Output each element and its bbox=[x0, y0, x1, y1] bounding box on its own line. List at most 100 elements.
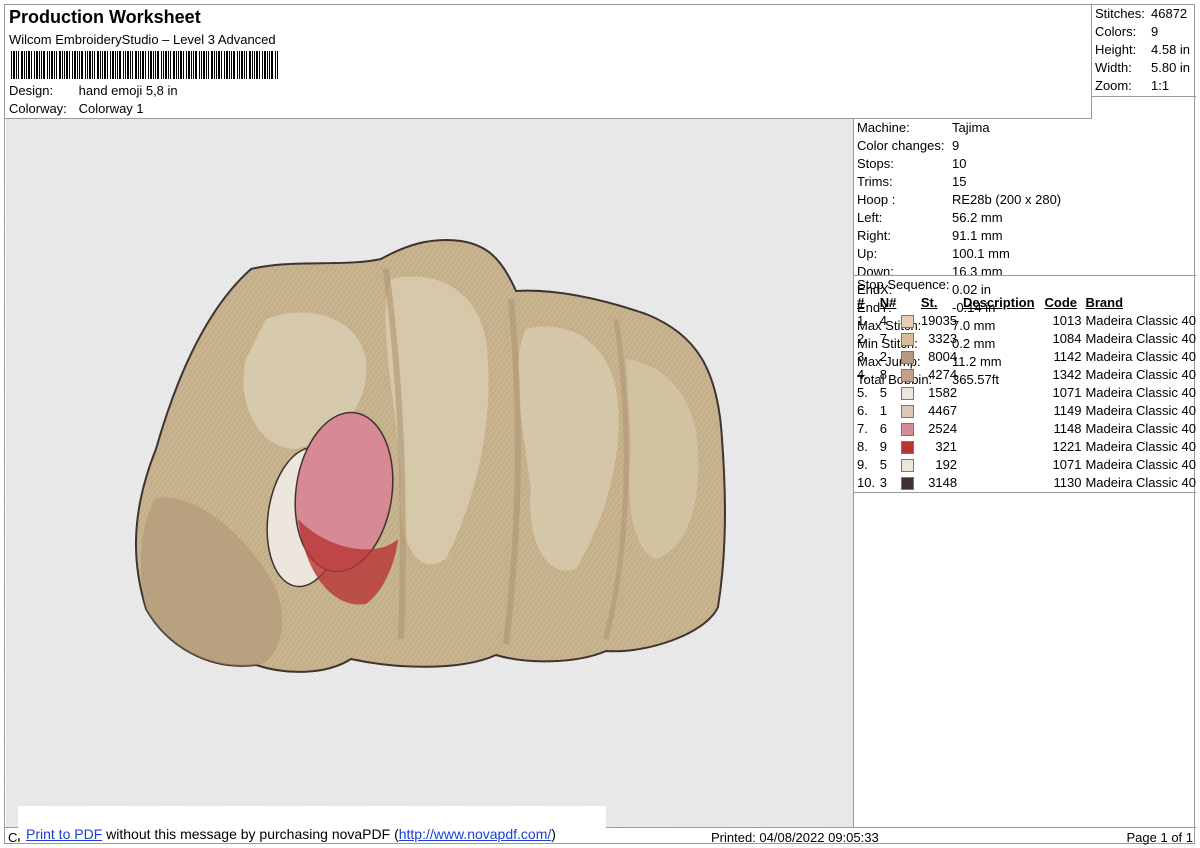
barcode-bar bbox=[145, 51, 146, 79]
colorway-value: Colorway 1 bbox=[78, 101, 144, 116]
table-row: 10. 3 3148 1130 Madeira Classic 40 bbox=[857, 474, 1196, 492]
barcode-bar bbox=[135, 51, 137, 79]
row-swatch bbox=[900, 348, 921, 366]
barcode-bar bbox=[13, 51, 15, 79]
color-swatch bbox=[900, 351, 914, 365]
row-swatch bbox=[900, 402, 921, 420]
barcode-bar bbox=[241, 51, 243, 79]
barcode-bar bbox=[275, 51, 276, 79]
design-value: hand emoji 5,8 in bbox=[78, 83, 178, 98]
row-stitches: 4274 bbox=[928, 367, 958, 382]
barcode-bar bbox=[221, 51, 222, 79]
worksheet-header: Production Worksheet Wilcom EmbroiderySt… bbox=[5, 5, 1092, 119]
barcode-bar bbox=[125, 51, 126, 79]
barcode-bar bbox=[89, 51, 91, 79]
barcode-bar bbox=[208, 51, 209, 79]
barcode-bar bbox=[170, 51, 171, 79]
barcode-bar bbox=[64, 51, 65, 79]
novapdf-message-text: without this message by purchasing novaP… bbox=[102, 826, 399, 842]
barcode-bar bbox=[277, 51, 278, 79]
barcode-bar bbox=[161, 51, 162, 79]
table-row: 6. 1 4467 1149 Madeira Classic 40 bbox=[857, 402, 1196, 420]
col-stitches: St. bbox=[920, 295, 938, 310]
stat-value: 46872 bbox=[1151, 6, 1188, 21]
barcode-bar bbox=[199, 51, 200, 79]
barcode-bar bbox=[24, 51, 25, 79]
info-value: 100.1 mm bbox=[952, 246, 1010, 261]
barcode-bar bbox=[193, 51, 194, 79]
barcode-bar bbox=[188, 51, 190, 79]
row-description bbox=[957, 474, 1044, 492]
design-field: Design: hand emoji 5,8 in bbox=[9, 83, 178, 98]
fist-embroidery-image bbox=[134, 238, 726, 673]
page-number: Page 1 of 1 bbox=[1126, 830, 1194, 845]
info-label: Left: bbox=[857, 210, 883, 225]
barcode-bar bbox=[39, 51, 40, 79]
barcode-bar bbox=[87, 51, 88, 79]
row-brand: Madeira Classic 40 bbox=[1085, 439, 1196, 454]
row-index: 8. bbox=[857, 439, 868, 454]
barcode-bar bbox=[72, 51, 73, 79]
barcode-bar bbox=[97, 51, 99, 79]
table-row: 5. 5 1582 1071 Madeira Classic 40 bbox=[857, 384, 1196, 402]
barcode-bar bbox=[157, 51, 159, 79]
barcode-bar bbox=[79, 51, 80, 79]
design-preview bbox=[6, 119, 854, 827]
row-stitches: 1582 bbox=[928, 385, 958, 400]
novapdf-message-end: ) bbox=[551, 826, 556, 842]
novapdf-url-link[interactable]: http://www.novapdf.com/ bbox=[399, 826, 552, 842]
print-to-pdf-link[interactable]: Print to PDF bbox=[26, 826, 102, 842]
row-needle: 9 bbox=[879, 439, 888, 454]
color-swatch bbox=[900, 369, 914, 383]
barcode bbox=[11, 51, 278, 79]
barcode-bar bbox=[100, 51, 101, 79]
info-row: Up: 100.1 mm bbox=[854, 245, 1196, 263]
barcode-bar bbox=[214, 51, 215, 79]
barcode-bar bbox=[132, 51, 133, 79]
barcode-bar bbox=[21, 51, 23, 79]
row-code: 1342 bbox=[1052, 367, 1082, 382]
barcode-bar bbox=[81, 51, 83, 79]
row-swatch bbox=[900, 384, 921, 402]
barcode-bar bbox=[150, 51, 152, 79]
table-row: 2. 7 3323 1084 Madeira Classic 40 bbox=[857, 330, 1196, 348]
colorway-label: Colorway: bbox=[9, 101, 67, 116]
barcode-bar bbox=[34, 51, 35, 79]
info-label: Hoop : bbox=[857, 192, 896, 207]
row-description bbox=[957, 366, 1044, 384]
barcode-bar bbox=[112, 51, 114, 79]
row-needle: 4 bbox=[879, 313, 888, 328]
info-row: Machine: Tajima bbox=[854, 119, 1196, 137]
barcode-bar bbox=[201, 51, 202, 79]
info-label: Color changes: bbox=[857, 138, 945, 153]
barcode-bar bbox=[229, 51, 230, 79]
info-value: 91.1 mm bbox=[952, 228, 1003, 243]
barcode-bar bbox=[140, 51, 141, 79]
stop-sequence-table: # N# St. Description Code Brand 1. 4 19035… bbox=[857, 294, 1196, 492]
row-index: 5. bbox=[857, 385, 868, 400]
stat-label: Height: bbox=[1095, 42, 1137, 57]
barcode-bar bbox=[56, 51, 57, 79]
barcode-bar bbox=[262, 51, 263, 79]
row-stitches: 321 bbox=[935, 439, 958, 454]
row-needle: 5 bbox=[879, 457, 888, 472]
barcode-bar bbox=[62, 51, 63, 79]
row-code: 1221 bbox=[1052, 439, 1082, 454]
row-swatch bbox=[900, 438, 921, 456]
row-description bbox=[957, 420, 1044, 438]
barcode-bar bbox=[155, 51, 156, 79]
row-needle: 3 bbox=[879, 475, 888, 490]
barcode-bar bbox=[191, 51, 192, 79]
barcode-bar bbox=[237, 51, 238, 79]
color-swatch bbox=[900, 459, 914, 473]
row-brand: Madeira Classic 40 bbox=[1085, 313, 1196, 328]
barcode-bar bbox=[74, 51, 76, 79]
barcode-bar bbox=[246, 51, 247, 79]
barcode-bar bbox=[18, 51, 19, 79]
stat-colors: Colors: 9 bbox=[1092, 23, 1196, 41]
stat-label: Colors: bbox=[1095, 24, 1137, 39]
barcode-bar bbox=[142, 51, 144, 79]
row-needle: 2 bbox=[879, 349, 888, 364]
barcode-bar bbox=[231, 51, 232, 79]
barcode-bar bbox=[66, 51, 68, 79]
